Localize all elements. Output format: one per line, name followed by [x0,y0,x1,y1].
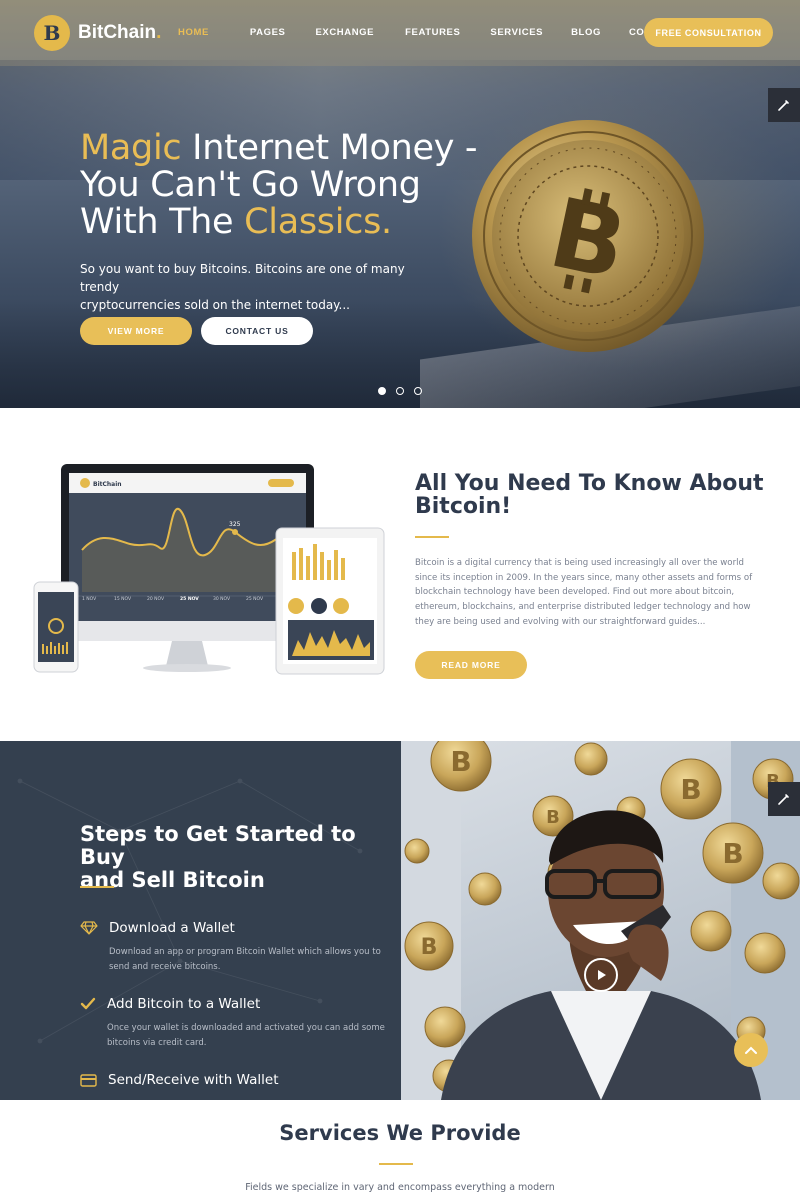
mockup-brand: BitChain [93,481,122,488]
view-more-button[interactable]: VIEW MORE [80,317,192,345]
scroll-to-top-button[interactable] [734,1033,768,1067]
chevron-up-icon [745,1046,757,1054]
nav-item-exchange[interactable]: EXCHANGE [315,27,374,38]
nav-item-services[interactable]: SERVICES [490,27,543,38]
brush-icon [778,100,789,111]
contact-us-button[interactable]: CONTACT US [201,317,313,345]
nav-item-pages[interactable]: PAGES [250,27,286,38]
svg-text:B: B [421,935,438,960]
step-item: Download a Wallet Download an app or pro… [80,920,399,975]
diamond-icon [80,921,98,935]
nav-item-features[interactable]: FEATURES [405,27,460,38]
svg-text:B: B [450,745,471,778]
mockup-date-label: 25 NOV [246,596,264,602]
bitcoin-coin-image: B [470,118,706,354]
steps-title: Steps to Get Started to Buy and Sell Bit… [80,822,356,892]
mockup-peak-label: 325 [229,521,241,528]
step-item: Send/Receive with Wallet [80,1072,278,1088]
services-divider [379,1163,413,1165]
svg-text:B: B [680,773,701,806]
hero-title: Magic Internet Money - You Can't Go Wron… [80,128,478,242]
devices-mockup-image: BitChain 325 1 NOV 15 NOV 20 NOV 25 NOV … [30,460,390,680]
mockup-date-label: 25 NOV [180,596,199,602]
services-title: Services We Provide [279,1121,521,1145]
step-description: Download an app or program Bitcoin Walle… [109,947,381,972]
step-title: Download a Wallet [109,920,235,936]
step-title: Send/Receive with Wallet [108,1072,279,1088]
brand-logo[interactable]: B BitChain. [34,15,161,51]
steps-divider [80,886,114,888]
step-title: Add Bitcoin to a Wallet [107,996,261,1012]
steps-section: Steps to Get Started to Buy and Sell Bit… [0,741,401,1100]
slider-dot-3[interactable] [414,387,422,395]
mockup-date-label: 15 NOV [114,596,132,602]
card-icon [80,1073,97,1087]
nav-item-blog[interactable]: BLOG [571,27,601,38]
play-icon [598,970,606,980]
top-navigation-bar: B BitChain. HOME PAGES EXCHANGE FEATURES… [0,0,800,66]
read-more-button[interactable]: READ MORE [415,651,527,679]
svg-text:B: B [722,837,743,870]
services-subtitle: Fields we specialize in vary and encompa… [245,1182,555,1193]
step-item: Add Bitcoin to a Wallet Once your wallet… [80,996,397,1051]
about-title: All You Need To Know About Bitcoin! [415,471,764,519]
free-consultation-button[interactable]: FREE CONSULTATION [644,18,773,47]
nav-item-home[interactable]: HOME [178,27,209,38]
about-description: Bitcoin is a digital currency that is be… [415,558,753,627]
slider-dot-1[interactable] [378,387,386,395]
svg-text:B: B [546,807,560,828]
customize-tool-button[interactable] [768,88,800,122]
slider-dot-2[interactable] [396,387,404,395]
mockup-date-label: 30 NOV [213,596,231,602]
check-icon [80,997,96,1010]
step-description: Once your wallet is downloaded and activ… [107,1023,385,1048]
mockup-date-label: 20 NOV [147,596,165,602]
main-menu: HOME PAGES EXCHANGE FEATURES SERVICES BL… [178,27,686,38]
about-divider [415,536,449,538]
customize-tool-button-secondary[interactable] [768,782,800,816]
play-video-button[interactable] [584,958,618,992]
brand-name: BitChain. [78,22,162,43]
bitcoin-logo-icon: B [34,15,70,51]
mockup-date-label: 1 NOV [82,596,97,602]
hero-subtitle: So you want to buy Bitcoins. Bitcoins ar… [80,262,405,312]
hero-section: B B BitChain. HOME PAGES EXCHANGE FEATUR… [0,0,800,408]
slider-pagination [378,387,422,395]
brush-icon [778,794,789,805]
